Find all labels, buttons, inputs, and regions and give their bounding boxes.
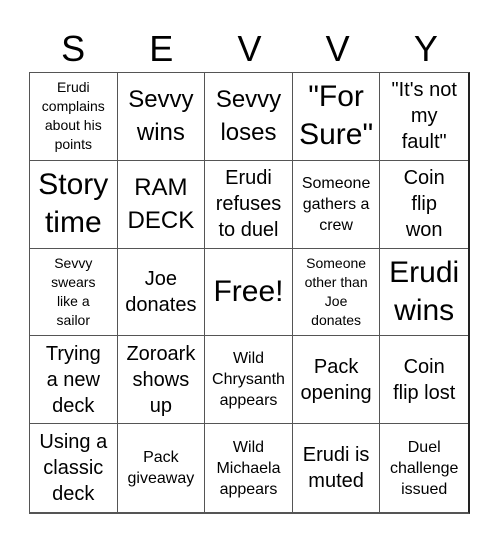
bingo-cell-text: "It's not my fault" [391,79,457,154]
header-letter-s: S [61,28,86,69]
bingo-cell-text: Story time [38,168,109,240]
bingo-cell-text: Someone gathers a crew [301,174,371,234]
bingo-cell-text: Erudi complains about his points [41,79,105,153]
bingo-cell[interactable]: Erudi refuses to duel [205,160,293,249]
bingo-cell[interactable]: Erudi wins [380,249,468,337]
bingo-cell[interactable]: Joe donates [117,248,206,337]
bingo-cell[interactable]: Pack opening [292,336,381,425]
bingo-cell[interactable]: Sevvy swears like a sailor [30,248,118,337]
bingo-cell-text: Trying a new deck [45,342,101,417]
bingo-cell-text: Coin flip lost [393,355,456,404]
bingo-cell[interactable]: Sevvy wins [117,73,206,161]
bingo-cell-text: Duel challenge issued [389,438,459,498]
bingo-cell[interactable]: Sevvy loses [205,73,293,161]
bingo-cell-text: Sevvy loses [215,86,282,147]
bingo-cell-text: Using a classic deck [39,431,108,506]
bingo-cell[interactable]: "It's not my fault" [380,73,468,161]
bingo-cell-text: Erudi wins [389,255,460,327]
bingo-cell-text: Pack giveaway [127,449,195,488]
bingo-cell[interactable]: Story time [30,160,118,249]
bingo-cell-text: Someone other than Joe donates [304,254,368,328]
bingo-cell[interactable]: RAM DECK [117,160,206,249]
bingo-cell[interactable]: Someone other than Joe donates [292,248,381,337]
bingo-cell-text: Erudi is muted [302,444,370,493]
bingo-cell-free[interactable]: Free! [205,248,293,337]
bingo-cell-text: Sevvy wins [128,86,194,147]
bingo-cell[interactable]: Zoroark shows up [117,336,206,425]
bingo-cell-text: Wild Michaela appears [216,438,281,498]
bingo-cell-text: Wild Chrysanth appears [212,350,285,410]
bingo-cell-text: Free! [213,274,284,308]
header-letter-y: Y [413,28,438,69]
bingo-cell[interactable]: Coin flip lost [380,336,468,425]
bingo-cell[interactable]: Wild Chrysanth appears [205,336,293,425]
bingo-cell[interactable]: Someone gathers a crew [292,160,381,249]
bingo-cell[interactable]: Trying a new deck [30,336,118,425]
bingo-cell-text: Pack opening [300,355,372,404]
header-letter-v1: V [237,28,262,69]
header-letter-v2: V [325,28,350,69]
header-letter-e: E [149,28,174,69]
bingo-cell-text: Joe donates [125,267,197,316]
bingo-cell[interactable]: Erudi complains about his points [30,73,118,161]
bingo-cell-text: Erudi refuses to duel [215,167,282,242]
bingo-cell-text: Zoroark shows up [126,342,196,417]
bingo-cell[interactable]: Duel challenge issued [380,424,468,512]
bingo-cell[interactable]: Erudi is muted [293,424,381,512]
bingo-cell[interactable]: Pack giveaway [118,424,206,512]
bingo-cell-text: Coin flip won [403,167,445,242]
bingo-cell-text: RAM DECK [127,174,195,235]
bingo-cell[interactable]: "For Sure" [292,73,381,161]
bingo-cell[interactable]: Using a classic deck [30,424,118,512]
bingo-grid: Erudi complains about his points Sevvy wi… [29,72,470,514]
bingo-cell[interactable]: Wild Michaela appears [205,424,293,512]
bingo-header: S E V V Y [29,26,470,72]
bingo-cell[interactable]: Coin flip won [380,161,468,249]
bingo-cell-text: "For Sure" [299,80,374,152]
bingo-cell-text: Sevvy swears like a sailor [51,254,96,328]
